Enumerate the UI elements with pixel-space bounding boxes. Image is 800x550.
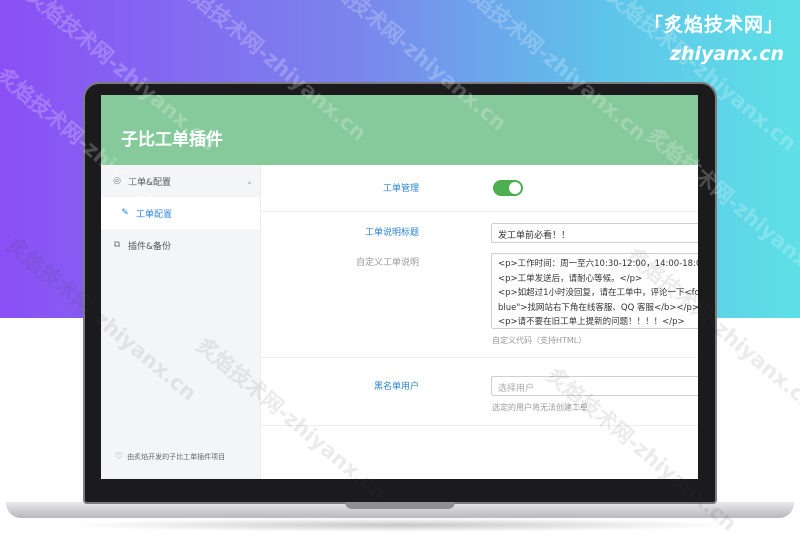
divider bbox=[261, 357, 698, 358]
laptop-screen: 子比工单插件 ◎ 工单&配置 ⌄ ✎ 工单配置 ⧉ 插件&备份 ♡ 由炙焰开发的… bbox=[101, 95, 698, 479]
code-line: <p>工单发送后，请耐心等候。</p> bbox=[498, 273, 643, 284]
laptop-notch bbox=[345, 502, 455, 509]
custom-desc-textarea[interactable]: <p>工作时间：周一至六10:30-12:00，14:00-18:00</p> … bbox=[491, 253, 698, 329]
sidebar-footer: ♡ 由炙焰开发的子比工单插件项目 bbox=[101, 447, 261, 467]
sidebar-item-ticket-config-group[interactable]: ◎ 工单&配置 ⌄ bbox=[101, 165, 260, 197]
sidebar-item-plugin-backup[interactable]: ⧉ 插件&备份 bbox=[101, 229, 260, 261]
sidebar-item-ticket-config[interactable]: ✎ 工单配置 bbox=[101, 197, 260, 229]
sidebar-item-label: 工单配置 bbox=[136, 209, 173, 220]
code-line: <p>如超过1小时没回复，请在工单中，评论一下<font color=" bbox=[498, 288, 698, 298]
code-line: <p>工作时间：周一至六10:30-12:00，14:00-18:00</p> bbox=[498, 259, 698, 269]
sidebar-item-label: 插件&备份 bbox=[128, 241, 172, 252]
brand-domain: zhiyanx.cn bbox=[669, 43, 784, 65]
divider bbox=[261, 211, 698, 212]
blacklist-hint: 选定的用户将无法创建工单 bbox=[492, 403, 588, 412]
toggle-knob bbox=[509, 182, 521, 194]
blacklist-label: 黑名单用户 bbox=[373, 382, 419, 392]
sidebar-item-label: 工单&配置 bbox=[128, 177, 172, 188]
code-line: blue">找网站右下角在线客服、QQ 客服</b></p> bbox=[498, 302, 698, 313]
blacklist-user-select[interactable]: 选择用户 bbox=[491, 376, 698, 396]
divider bbox=[261, 425, 698, 426]
ticket-manage-toggle[interactable] bbox=[493, 180, 523, 196]
custom-desc-label: 自定义工单说明 bbox=[355, 258, 419, 268]
code-line: <p>请不要在旧工单上提新的问题！！！！</p> bbox=[498, 317, 685, 327]
settings-circle-icon: ◎ bbox=[113, 176, 121, 186]
notice-title-input[interactable]: 发工单前必看！！ bbox=[491, 223, 698, 243]
settings-form: 工单管理 工单说明标题 发工单前必看！！ 自定义工单说明 <p>工作时间：周一至… bbox=[261, 165, 698, 479]
brand-logo: 「炙焰技术网」 zhiyanx.cn bbox=[644, 10, 784, 65]
copy-icon: ⧉ bbox=[113, 240, 121, 250]
app-header: 子比工单插件 bbox=[101, 95, 698, 165]
ticket-manage-label: 工单管理 bbox=[382, 184, 419, 194]
footer-text: 由炙焰开发的子比工单插件项目 bbox=[127, 453, 226, 461]
notice-title-label: 工单说明标题 bbox=[364, 228, 419, 238]
chevron-down-icon: ⌄ bbox=[246, 176, 253, 186]
sidebar: ◎ 工单&配置 ⌄ ✎ 工单配置 ⧉ 插件&备份 ♡ 由炙焰开发的子比工单插件项… bbox=[101, 165, 261, 479]
heart-icon: ♡ bbox=[115, 452, 124, 462]
page-title: 子比工单插件 bbox=[121, 130, 223, 150]
custom-desc-hint: 自定义代码（支持HTML） bbox=[492, 336, 587, 345]
brand-name-cn: 「炙焰技术网」 bbox=[643, 14, 784, 36]
laptop-shadow bbox=[60, 518, 740, 532]
pencil-icon: ✎ bbox=[121, 208, 129, 218]
